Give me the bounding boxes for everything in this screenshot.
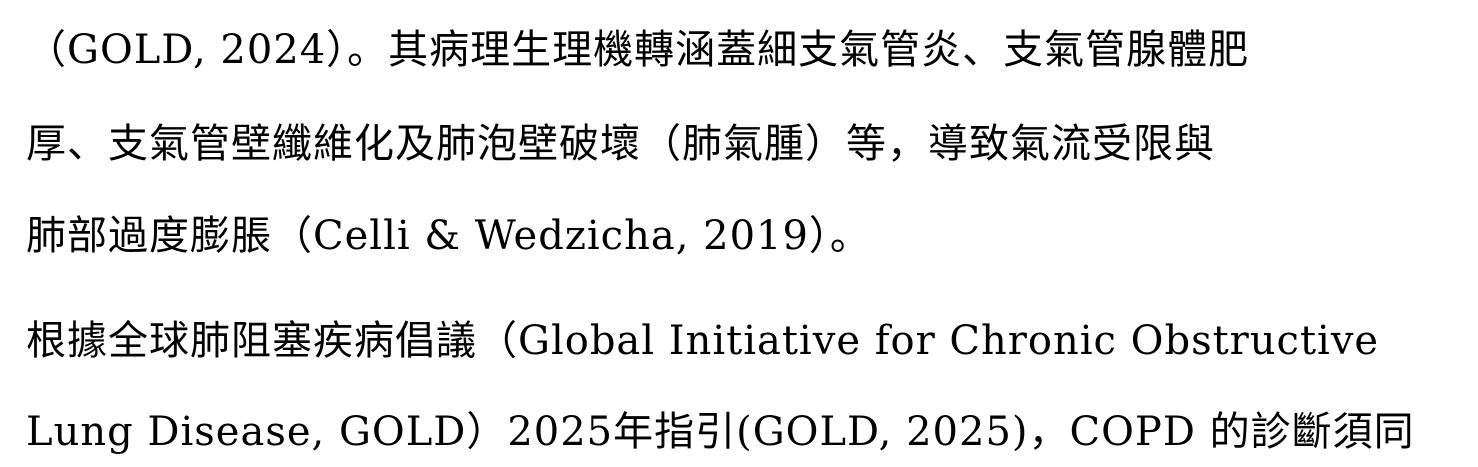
document-page: （GOLD, 2024）。其病理生理機轉涵蓋細支氣管炎、支氣管腺體肥 厚、支氣管… [0,0,1478,467]
paragraph-1-line-1: （GOLD, 2024）。其病理生理機轉涵蓋細支氣管炎、支氣管腺體肥 [26,27,1250,73]
paragraph-1-line-2: 厚、支氣管壁纖維化及肺泡壁破壞（肺氣腫）等，導致氣流受限與 [26,121,1215,167]
paragraph-2-line-2: Lung Disease, GOLD）2025年指引(GOLD, 2025)，C… [26,409,1415,455]
paragraph-2-line-1: 根據全球肺阻塞疾病倡議（Global Initiative for Chroni… [26,318,1380,364]
paragraph-1-line-3: 肺部過度膨脹（Celli & Wedzicha, 2019）。 [26,213,871,259]
